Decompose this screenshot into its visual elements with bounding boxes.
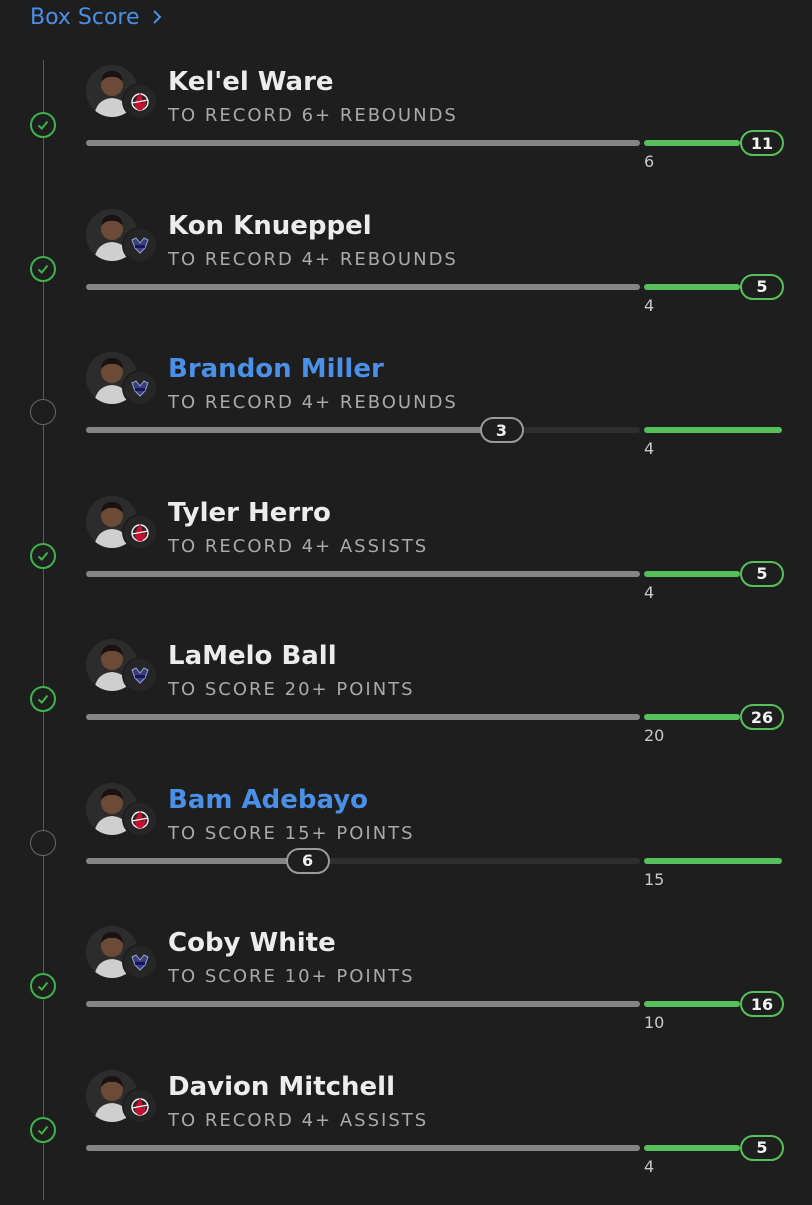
check-icon bbox=[37, 120, 49, 130]
current-value-badge: 11 bbox=[740, 130, 784, 156]
threshold-label: 10 bbox=[644, 1013, 665, 1032]
hornets-logo-icon bbox=[122, 944, 158, 980]
progress-track bbox=[86, 857, 640, 864]
progress-track bbox=[86, 714, 640, 720]
player-name[interactable]: Bam Adebayo bbox=[168, 785, 368, 815]
player-name: Tyler Herro bbox=[168, 497, 331, 528]
check-icon bbox=[37, 1125, 49, 1135]
prop-description: TO RECORD 4+ REBOUNDS bbox=[168, 248, 458, 270]
progress-fill bbox=[86, 427, 502, 433]
progress-fill bbox=[86, 1001, 640, 1007]
progress-track bbox=[86, 427, 640, 433]
status-indicator bbox=[30, 542, 56, 569]
box-score-label: Box Score bbox=[30, 4, 140, 30]
heat-logo-icon bbox=[122, 83, 158, 119]
target-segment bbox=[644, 714, 740, 720]
player-name: LaMelo Ball bbox=[168, 641, 337, 671]
parlay-leg: Tyler Herro TO RECORD 4+ ASSISTS 5 4 bbox=[0, 488, 812, 631]
threshold-label: 20 bbox=[644, 726, 665, 745]
current-value-badge: 26 bbox=[740, 704, 784, 730]
target-segment bbox=[644, 140, 740, 146]
current-value-badge: 16 bbox=[740, 991, 784, 1017]
progress-track bbox=[86, 570, 640, 577]
prop-description: TO SCORE 20+ POINTS bbox=[168, 679, 415, 700]
progress-fill bbox=[86, 570, 640, 577]
progress-track bbox=[86, 1144, 640, 1151]
progress-track bbox=[86, 283, 640, 290]
hornets-logo-icon bbox=[122, 226, 158, 263]
target-segment bbox=[644, 570, 740, 577]
parlay-leg: Bam Adebayo TO SCORE 15+ POINTS 6 15 bbox=[0, 775, 812, 918]
heat-logo-icon bbox=[122, 513, 158, 550]
prop-description: TO RECORD 4+ ASSISTS bbox=[168, 1109, 429, 1131]
prop-description: TO SCORE 15+ POINTS bbox=[168, 822, 415, 844]
heat-logo-icon bbox=[122, 1087, 158, 1124]
check-icon bbox=[37, 694, 49, 704]
prop-description: TO RECORD 4+ ASSISTS bbox=[168, 535, 429, 557]
target-segment bbox=[644, 1001, 740, 1007]
status-indicator bbox=[30, 829, 56, 856]
prop-description: TO RECORD 6+ REBOUNDS bbox=[168, 105, 458, 126]
check-icon bbox=[37, 264, 49, 274]
status-indicator bbox=[30, 399, 56, 425]
player-name: Kon Knueppel bbox=[168, 210, 372, 241]
current-value-badge: 5 bbox=[740, 273, 784, 300]
heat-logo-icon bbox=[122, 800, 158, 837]
player-name: Coby White bbox=[168, 928, 336, 958]
parlay-leg: Kon Knueppel TO RECORD 4+ REBOUNDS 5 4 bbox=[0, 201, 812, 344]
status-indicator bbox=[30, 255, 56, 282]
parlay-leg: LaMelo Ball TO SCORE 20+ POINTS 26 20 bbox=[0, 631, 812, 774]
current-value-badge: 3 bbox=[479, 417, 524, 443]
status-indicator bbox=[30, 973, 56, 999]
threshold-label: 15 bbox=[644, 869, 665, 889]
status-indicator bbox=[30, 112, 56, 138]
progress-fill bbox=[86, 857, 308, 864]
target-segment bbox=[644, 1144, 740, 1151]
parlay-leg: Davion Mitchell TO RECORD 4+ ASSISTS 5 4 bbox=[0, 1062, 812, 1205]
current-value-badge: 6 bbox=[285, 847, 330, 874]
prop-description: TO RECORD 4+ REBOUNDS bbox=[168, 392, 458, 413]
hornets-logo-icon bbox=[122, 657, 158, 693]
threshold-label: 4 bbox=[644, 582, 655, 602]
hornets-logo-icon bbox=[122, 370, 158, 406]
threshold-label: 4 bbox=[644, 1156, 655, 1176]
check-icon bbox=[37, 551, 49, 561]
player-name[interactable]: Brandon Miller bbox=[168, 354, 384, 384]
player-name: Davion Mitchell bbox=[168, 1071, 396, 1102]
check-icon bbox=[37, 981, 49, 991]
progress-fill bbox=[86, 140, 640, 146]
target-segment bbox=[644, 857, 782, 864]
player-name: Kel'el Ware bbox=[168, 67, 334, 97]
box-score-link[interactable]: Box Score bbox=[30, 2, 162, 32]
threshold-label: 4 bbox=[644, 295, 655, 315]
current-value-badge: 5 bbox=[740, 560, 784, 587]
parlay-leg: Brandon Miller TO RECORD 4+ REBOUNDS 3 4 bbox=[0, 344, 812, 487]
progress-fill bbox=[86, 714, 640, 720]
progress-fill bbox=[86, 283, 640, 290]
threshold-label: 4 bbox=[644, 439, 655, 458]
target-segment bbox=[644, 283, 740, 290]
prop-description: TO SCORE 10+ POINTS bbox=[168, 966, 415, 987]
current-value-badge: 5 bbox=[740, 1134, 784, 1161]
progress-track bbox=[86, 140, 640, 146]
parlay-leg: Coby White TO SCORE 10+ POINTS 16 10 bbox=[0, 918, 812, 1061]
progress-track bbox=[86, 1001, 640, 1007]
target-segment bbox=[644, 427, 782, 433]
progress-fill bbox=[86, 1144, 640, 1151]
status-indicator bbox=[30, 1116, 56, 1143]
parlay-leg: Kel'el Ware TO RECORD 6+ REBOUNDS 11 6 bbox=[0, 57, 812, 200]
threshold-label: 6 bbox=[644, 152, 655, 171]
status-indicator bbox=[30, 686, 56, 712]
chevron-right-icon bbox=[152, 9, 162, 25]
